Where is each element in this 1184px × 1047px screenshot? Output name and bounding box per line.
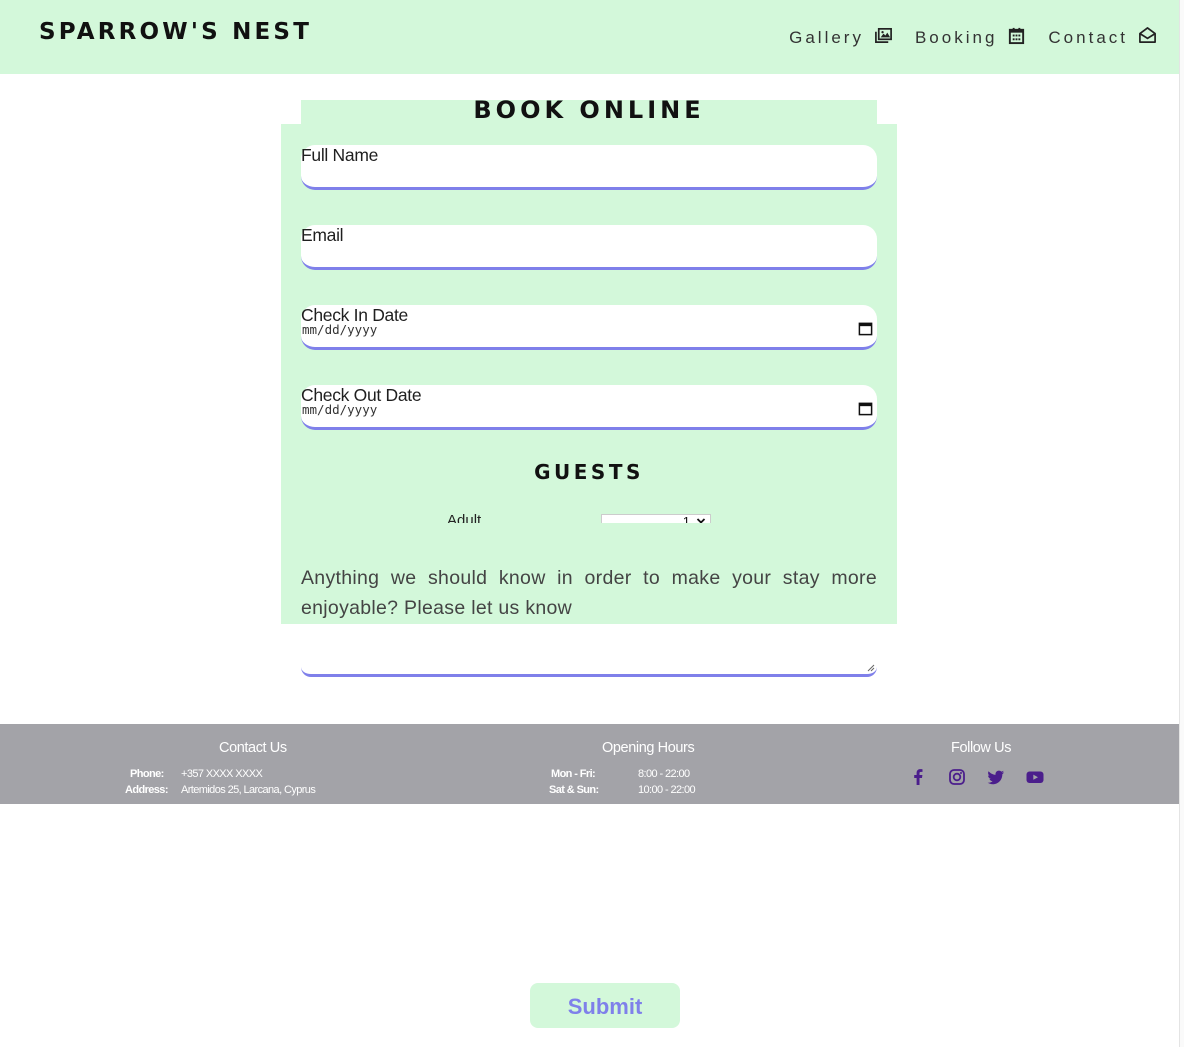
email-input[interactable] [301, 225, 877, 270]
nav-booking-label: Booking [914, 28, 998, 47]
full-name-input[interactable] [301, 145, 877, 190]
booking-form-panel [281, 124, 897, 624]
submit-button[interactable]: Submit [530, 983, 680, 1028]
gallery-icon [874, 26, 893, 50]
opening-hours-heading: Opening Hours [602, 740, 695, 756]
calendar-picker-icon[interactable] [858, 401, 873, 416]
site-brand[interactable]: SPARROW'S NEST [39, 19, 312, 45]
twitter-icon[interactable] [986, 767, 1006, 787]
nav-gallery-label: Gallery [789, 28, 864, 47]
full-name-label: Full Name [301, 145, 379, 165]
adult-select-value: 1 [682, 514, 690, 523]
weekend-label: Sat & Sun: [549, 784, 599, 796]
calendar-icon [1007, 26, 1026, 50]
nav-contact-label: Contact [1048, 28, 1128, 47]
youtube-icon[interactable] [1025, 767, 1045, 787]
facebook-icon[interactable] [908, 767, 928, 787]
check-out-placeholder: mm/dd/yyyy [302, 402, 378, 417]
form-title: BOOK ONLINE [473, 96, 705, 124]
site-footer: Contact Us Phone: +357 XXXX XXXX Address… [0, 724, 1179, 804]
weekend-hours: 10:00 - 22:00 [638, 784, 696, 796]
guests-row: Adult 1 [300, 505, 880, 523]
nav-contact[interactable]: Contact [1048, 26, 1157, 50]
adult-select[interactable]: 1 [601, 514, 711, 523]
adult-label: Adult [447, 512, 482, 523]
site-header: SPARROW'S NEST Gallery Booking Contact [0, 0, 1179, 74]
contact-us-heading: Contact Us [219, 740, 287, 756]
phone-value: +357 XXXX XXXX [181, 768, 263, 780]
guests-heading: GUESTS [534, 460, 644, 484]
address-value: Artemidos 25, Larcana, Cyprus [181, 784, 316, 796]
nav-gallery[interactable]: Gallery [789, 26, 893, 50]
social-links [908, 767, 1045, 787]
weekday-hours: 8:00 - 22:00 [638, 768, 690, 780]
weekday-label: Mon - Fri: [551, 768, 596, 780]
special-requests-textarea[interactable] [301, 625, 877, 677]
page-scrollbar[interactable] [1179, 0, 1184, 1047]
follow-us-heading: Follow Us [951, 740, 1012, 756]
address-label: Address: [125, 784, 168, 796]
special-requests-label: Anything we should know in order to make… [301, 567, 877, 619]
chevron-down-icon [696, 518, 706, 523]
resize-grip-icon[interactable] [867, 664, 875, 672]
calendar-picker-icon[interactable] [858, 321, 873, 336]
envelope-icon [1138, 26, 1157, 50]
check-in-placeholder: mm/dd/yyyy [302, 322, 378, 337]
phone-label: Phone: [130, 768, 164, 780]
instagram-icon[interactable] [947, 767, 967, 787]
nav-booking[interactable]: Booking [915, 26, 1026, 50]
main-nav: Gallery Booking Contact [789, 26, 1157, 50]
email-label: Email [301, 225, 344, 245]
